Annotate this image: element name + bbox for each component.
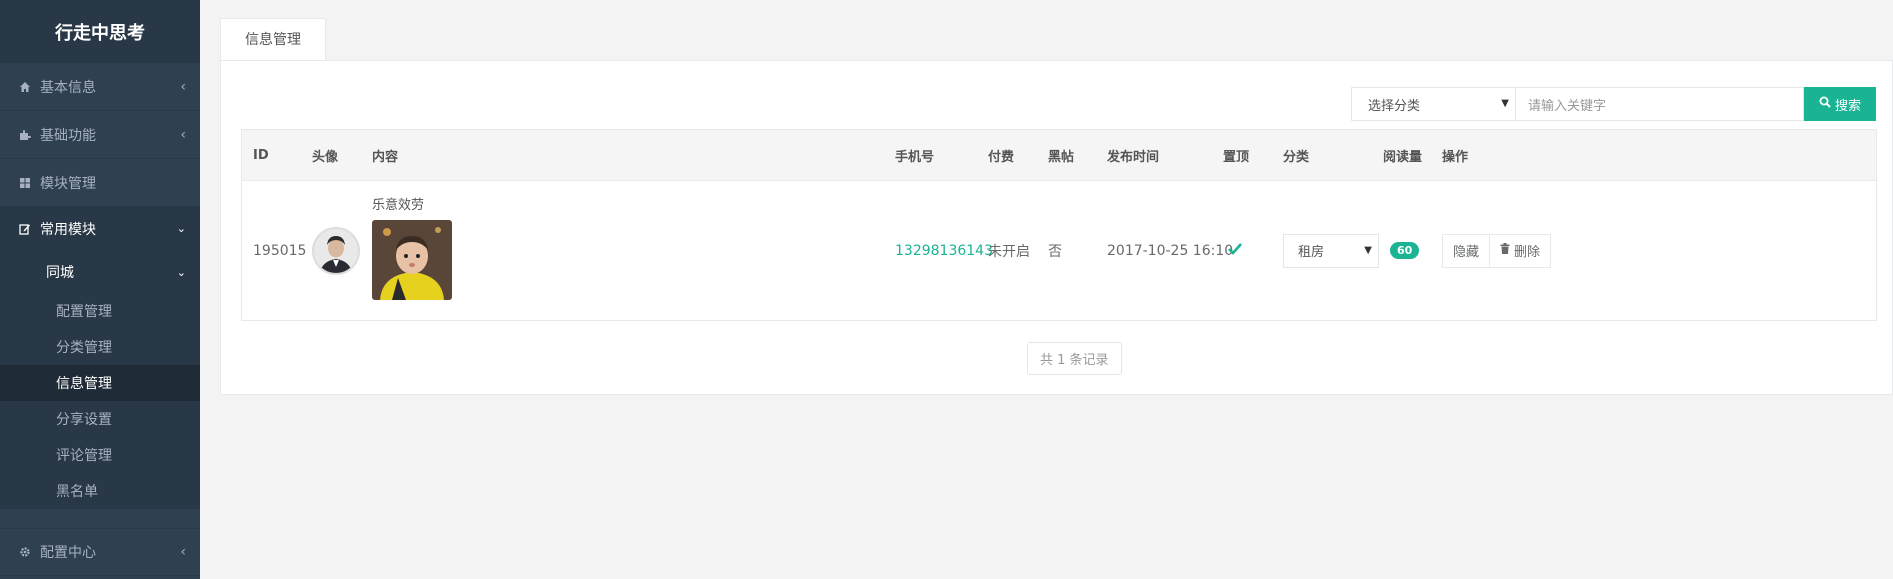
header-time: 发布时间 xyxy=(1107,149,1160,165)
row-phone[interactable]: 13298136143 xyxy=(895,181,993,320)
hide-button[interactable]: 隐藏 xyxy=(1442,233,1491,268)
search-toolbar: 选择分类 ▼ 请输入关键字 搜索 xyxy=(1351,87,1876,121)
row-top-cell xyxy=(1227,181,1243,320)
chevron-down-icon: ⌄ xyxy=(176,265,186,279)
row-views-cell: 60 xyxy=(1390,181,1420,320)
caret-down-icon: ▼ xyxy=(1501,98,1509,109)
header-paid: 付费 xyxy=(988,149,1015,165)
table-header: ID 头像 内容 手机号 付费 黑帖 发布时间 置顶 分类 阅读量 操作 xyxy=(242,130,1876,181)
row-paid: 未开启 xyxy=(988,243,1030,260)
menu-item-label: 模块管理 xyxy=(40,175,96,192)
delete-button-label: 删除 xyxy=(1514,245,1541,260)
checkmark-icon[interactable] xyxy=(1227,240,1243,261)
submenu-group-tongcheng[interactable]: 同城 ⌄ xyxy=(0,251,200,293)
avatar xyxy=(312,226,360,275)
chevron-left-icon: ‹ xyxy=(180,544,186,560)
header-avatar: 头像 xyxy=(312,149,339,165)
row-time: 2017-10-25 16:10 xyxy=(1107,242,1234,259)
menu-item-module-management[interactable]: 模块管理 xyxy=(0,159,200,207)
main-content: 信息管理 选择分类 ▼ 请输入关键字 搜索 ID 头像 内容 手机号 付费 黑帖… xyxy=(200,0,1893,579)
chevron-left-icon: ‹ xyxy=(180,78,186,95)
header-views: 阅读量 xyxy=(1383,149,1423,165)
views-badge: 60 xyxy=(1390,242,1420,259)
sidebar-item-categories[interactable]: 分类管理 xyxy=(0,329,200,365)
table-row: 195015 乐意效劳 13298136143 未开启 否 2017-10-25… xyxy=(242,181,1876,320)
header-category: 分类 xyxy=(1283,149,1310,165)
sidebar-item-info[interactable]: 信息管理 xyxy=(0,365,200,401)
chevron-left-icon: ‹ xyxy=(180,126,186,143)
delete-button[interactable]: 删除 xyxy=(1490,233,1552,268)
sidebar-item-comments[interactable]: 评论管理 xyxy=(0,437,200,473)
menu-item-label: 配置中心 xyxy=(40,545,96,561)
header-top: 置顶 xyxy=(1223,149,1250,165)
tab-bar: 信息管理 xyxy=(220,18,326,61)
sidebar-item-blacklist[interactable]: 黑名单 xyxy=(0,473,200,509)
menu-item-basic-functions[interactable]: 基础功能 ‹ xyxy=(0,111,200,159)
tab-info-management[interactable]: 信息管理 xyxy=(220,18,326,61)
header-id: ID xyxy=(253,147,269,163)
caret-down-icon: ▼ xyxy=(1364,244,1372,256)
brand-title: 行走中思考 xyxy=(0,0,200,63)
menu-item-config-center[interactable]: 配置中心 ‹ xyxy=(0,528,200,576)
info-table: ID 头像 内容 手机号 付费 黑帖 发布时间 置顶 分类 阅读量 操作 195… xyxy=(241,129,1877,321)
chevron-down-icon: ⌄ xyxy=(176,222,186,235)
category-dropdown[interactable]: 租房 ▼ xyxy=(1283,233,1379,268)
menu-item-label: 基础功能 xyxy=(40,127,96,144)
puzzle-icon xyxy=(16,129,34,141)
content-title: 乐意效劳 xyxy=(372,198,425,213)
sidebar: 行走中思考 基本信息 ‹ 基础功能 ‹ 模块管理 常用模块 ⌄ 同城 ⌄ 配置管… xyxy=(0,0,200,579)
row-actions-cell: 隐藏 删除 xyxy=(1442,181,1552,320)
search-button[interactable]: 搜索 xyxy=(1804,87,1876,121)
row-avatar-cell xyxy=(312,181,360,320)
menu-item-label: 基本信息 xyxy=(40,79,96,96)
header-black: 黑帖 xyxy=(1048,149,1075,165)
menu-item-label: 常用模块 xyxy=(40,221,96,238)
submenu: 同城 ⌄ 配置管理 分类管理 信息管理 分享设置 评论管理 黑名单 xyxy=(0,251,200,509)
row-content-cell: 乐意效劳 xyxy=(372,181,452,320)
category-dropdown-value: 租房 xyxy=(1298,245,1325,260)
category-select[interactable]: 选择分类 ▼ xyxy=(1351,87,1516,121)
sidebar-item-config[interactable]: 配置管理 xyxy=(0,293,200,329)
hide-button-label: 隐藏 xyxy=(1453,245,1480,260)
content-panel: 选择分类 ▼ 请输入关键字 搜索 ID 头像 内容 手机号 付费 黑帖 发布时间… xyxy=(220,60,1893,395)
row-black: 否 xyxy=(1048,243,1062,260)
header-content: 内容 xyxy=(372,149,399,165)
header-phone: 手机号 xyxy=(895,149,935,165)
content-image[interactable] xyxy=(372,220,452,300)
home-icon xyxy=(16,81,34,93)
submenu-group-label: 同城 xyxy=(46,265,74,281)
grid-icon xyxy=(16,177,34,189)
row-id: 195015 xyxy=(253,242,307,259)
edit-icon xyxy=(16,223,34,235)
menu-item-basic-info[interactable]: 基本信息 ‹ xyxy=(0,63,200,111)
pagination-summary: 共 1 条记录 xyxy=(1027,342,1122,375)
category-select-value: 选择分类 xyxy=(1368,98,1421,114)
search-icon xyxy=(1819,96,1831,112)
menu-item-common-modules[interactable]: 常用模块 ⌄ xyxy=(0,207,200,251)
header-actions: 操作 xyxy=(1442,149,1469,165)
sidebar-item-share[interactable]: 分享设置 xyxy=(0,401,200,437)
action-buttons: 隐藏 删除 xyxy=(1442,233,1552,268)
row-category-cell: 租房 ▼ xyxy=(1283,181,1379,320)
gear-icon xyxy=(16,546,34,558)
trash-icon xyxy=(1500,243,1510,258)
search-input[interactable]: 请输入关键字 xyxy=(1516,87,1804,121)
search-button-label: 搜索 xyxy=(1834,98,1861,114)
